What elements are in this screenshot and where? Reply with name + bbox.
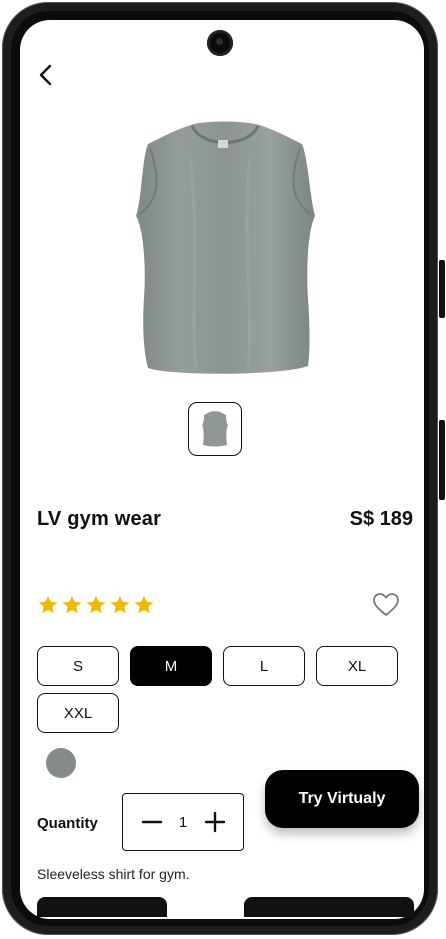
plus-icon[interactable] xyxy=(203,810,227,834)
rating-stars xyxy=(37,594,155,616)
front-camera xyxy=(207,30,233,56)
try-virtually-button[interactable]: Try Virtualy xyxy=(265,770,419,828)
size-option-xxl[interactable]: XXL xyxy=(37,693,119,733)
shirt-thumbnail-icon xyxy=(202,411,228,447)
power-button xyxy=(439,420,445,500)
bottom-action-right[interactable] xyxy=(244,897,414,917)
size-option-l[interactable]: L xyxy=(223,646,305,686)
star-icon xyxy=(110,595,130,614)
quantity-label: Quantity xyxy=(37,815,98,832)
size-option-s[interactable]: S xyxy=(37,646,119,686)
product-image xyxy=(136,121,315,374)
size-option-m[interactable]: M xyxy=(130,646,212,686)
back-chevron-icon[interactable] xyxy=(34,62,60,88)
product-description: Sleeveless shirt for gym. xyxy=(37,866,190,882)
color-swatch-gray[interactable] xyxy=(46,748,76,778)
product-thumbnail[interactable] xyxy=(188,402,242,456)
heart-outline-icon[interactable] xyxy=(372,591,400,619)
star-icon xyxy=(38,595,58,614)
size-option-xl[interactable]: XL xyxy=(316,646,398,686)
product-title: LV gym wear xyxy=(37,508,162,530)
star-icon xyxy=(134,595,154,614)
product-price: S$ 189 xyxy=(349,508,413,530)
bottom-action-left[interactable] xyxy=(37,897,167,917)
volume-button xyxy=(439,260,445,318)
star-icon xyxy=(86,595,106,614)
quantity-stepper: 1 xyxy=(122,793,244,851)
star-icon xyxy=(62,595,82,614)
